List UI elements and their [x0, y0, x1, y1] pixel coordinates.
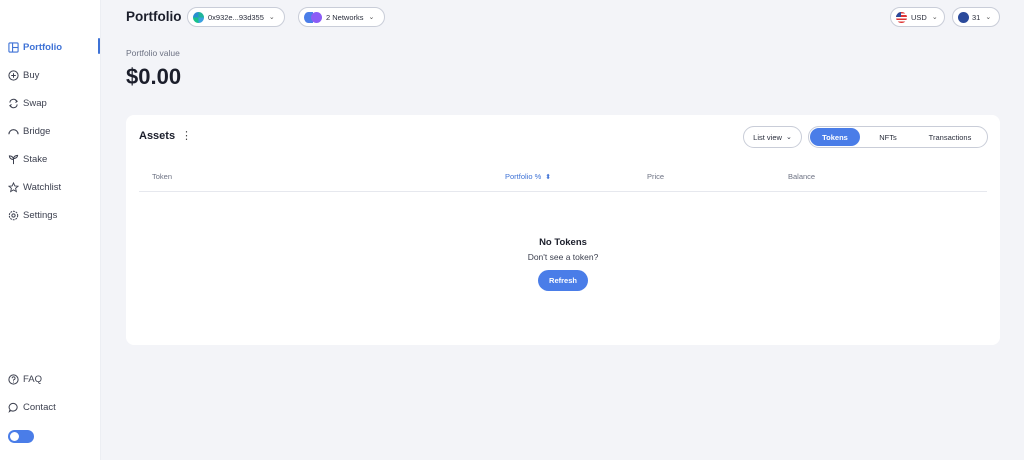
star-icon [8, 181, 19, 192]
chevron-down-icon: ⌄ [785, 134, 792, 141]
sidebar-item-portfolio[interactable]: Portfolio [8, 37, 100, 57]
column-header-balance: Balance [788, 172, 816, 181]
sidebar-item-label: Watchlist [23, 181, 62, 193]
tab-tokens[interactable]: Tokens [810, 128, 860, 146]
network-selector[interactable]: 2 Networks ⌄ [298, 7, 385, 27]
wallet-avatar-icon [193, 11, 204, 23]
sort-icon: ⬍ [545, 174, 552, 181]
bridge-icon [8, 128, 19, 134]
chat-bubble-icon [8, 402, 18, 413]
sidebar-item-buy[interactable]: Buy [8, 65, 100, 85]
chevron-down-icon: ⌄ [985, 14, 992, 21]
us-flag-icon [896, 11, 907, 23]
plus-circle-icon [8, 69, 19, 81]
column-header-label: Portfolio % [505, 172, 542, 181]
gear-icon [8, 210, 19, 220]
theme-toggle[interactable] [8, 430, 34, 443]
refresh-button[interactable]: Refresh [538, 270, 588, 291]
empty-state-title: No Tokens [539, 237, 587, 248]
sidebar-item-swap[interactable]: Swap [8, 93, 100, 113]
theme-toggle-icon [10, 432, 19, 441]
asset-tabs: Tokens NFTs Transactions [808, 126, 988, 148]
sidebar-item-label: Stake [23, 153, 48, 165]
sidebar-item-bridge[interactable]: Bridge [8, 121, 100, 141]
sidebar-item-contact[interactable]: Contact [8, 397, 100, 417]
assets-title: Assets [139, 130, 176, 142]
portfolio-value-label: Portfolio value [126, 48, 180, 58]
portfolio-value: $0.00 [126, 64, 182, 89]
sidebar-item-label: Contact [23, 401, 56, 413]
sidebar-item-label: Buy [23, 69, 40, 81]
currency-label: USD [911, 12, 927, 22]
layout-icon [8, 41, 19, 53]
column-header-portfolio-percent[interactable]: Portfolio % ⬍ [505, 172, 551, 181]
more-options-icon[interactable]: ⋮ [181, 131, 192, 142]
account-selector[interactable]: 31 ⌄ [952, 7, 1000, 27]
sidebar-item-label: FAQ [23, 373, 43, 385]
sidebar: Portfolio Buy Swap Bridge Stake Watchlis… [0, 0, 101, 460]
sidebar-item-label: Bridge [23, 125, 51, 137]
chevron-down-icon: ⌄ [268, 14, 275, 21]
table-divider [139, 191, 987, 192]
empty-state-subtitle: Don't see a token? [527, 252, 599, 262]
tab-transactions[interactable]: Transactions [912, 128, 988, 146]
account-avatar-icon [958, 11, 969, 23]
chevron-down-icon: ⌄ [931, 14, 938, 21]
wallet-selector[interactable]: 0x932e...93d355 ⌄ [187, 7, 285, 27]
sidebar-item-watchlist[interactable]: Watchlist [8, 177, 100, 197]
sidebar-item-label: Settings [23, 209, 58, 221]
network-count: 2 Networks [326, 12, 364, 22]
network-icon [311, 11, 322, 23]
sidebar-item-stake[interactable]: Stake [8, 149, 100, 169]
account-count: 31 [972, 12, 981, 22]
page-title: Portfolio [126, 9, 182, 24]
question-circle-icon [8, 373, 19, 385]
sidebar-item-faq[interactable]: FAQ [8, 369, 100, 389]
view-selector-label: List view [753, 132, 782, 142]
sidebar-item-label: Swap [23, 97, 47, 109]
column-header-token: Token [152, 172, 173, 181]
tab-nfts[interactable]: NFTs [867, 128, 909, 146]
view-selector[interactable]: List view ⌄ [743, 126, 802, 148]
chevron-down-icon: ⌄ [368, 14, 375, 21]
swap-icon [9, 98, 18, 108]
assets-card: Assets ⋮ List view ⌄ Tokens NFTs Transac… [126, 115, 1000, 345]
column-header-price: Price [647, 172, 665, 181]
sprout-icon [8, 154, 19, 164]
currency-selector[interactable]: USD ⌄ [890, 7, 945, 27]
sidebar-item-label: Portfolio [23, 41, 63, 53]
sidebar-item-settings[interactable]: Settings [8, 205, 100, 225]
wallet-address: 0x932e...93d355 [208, 12, 264, 22]
